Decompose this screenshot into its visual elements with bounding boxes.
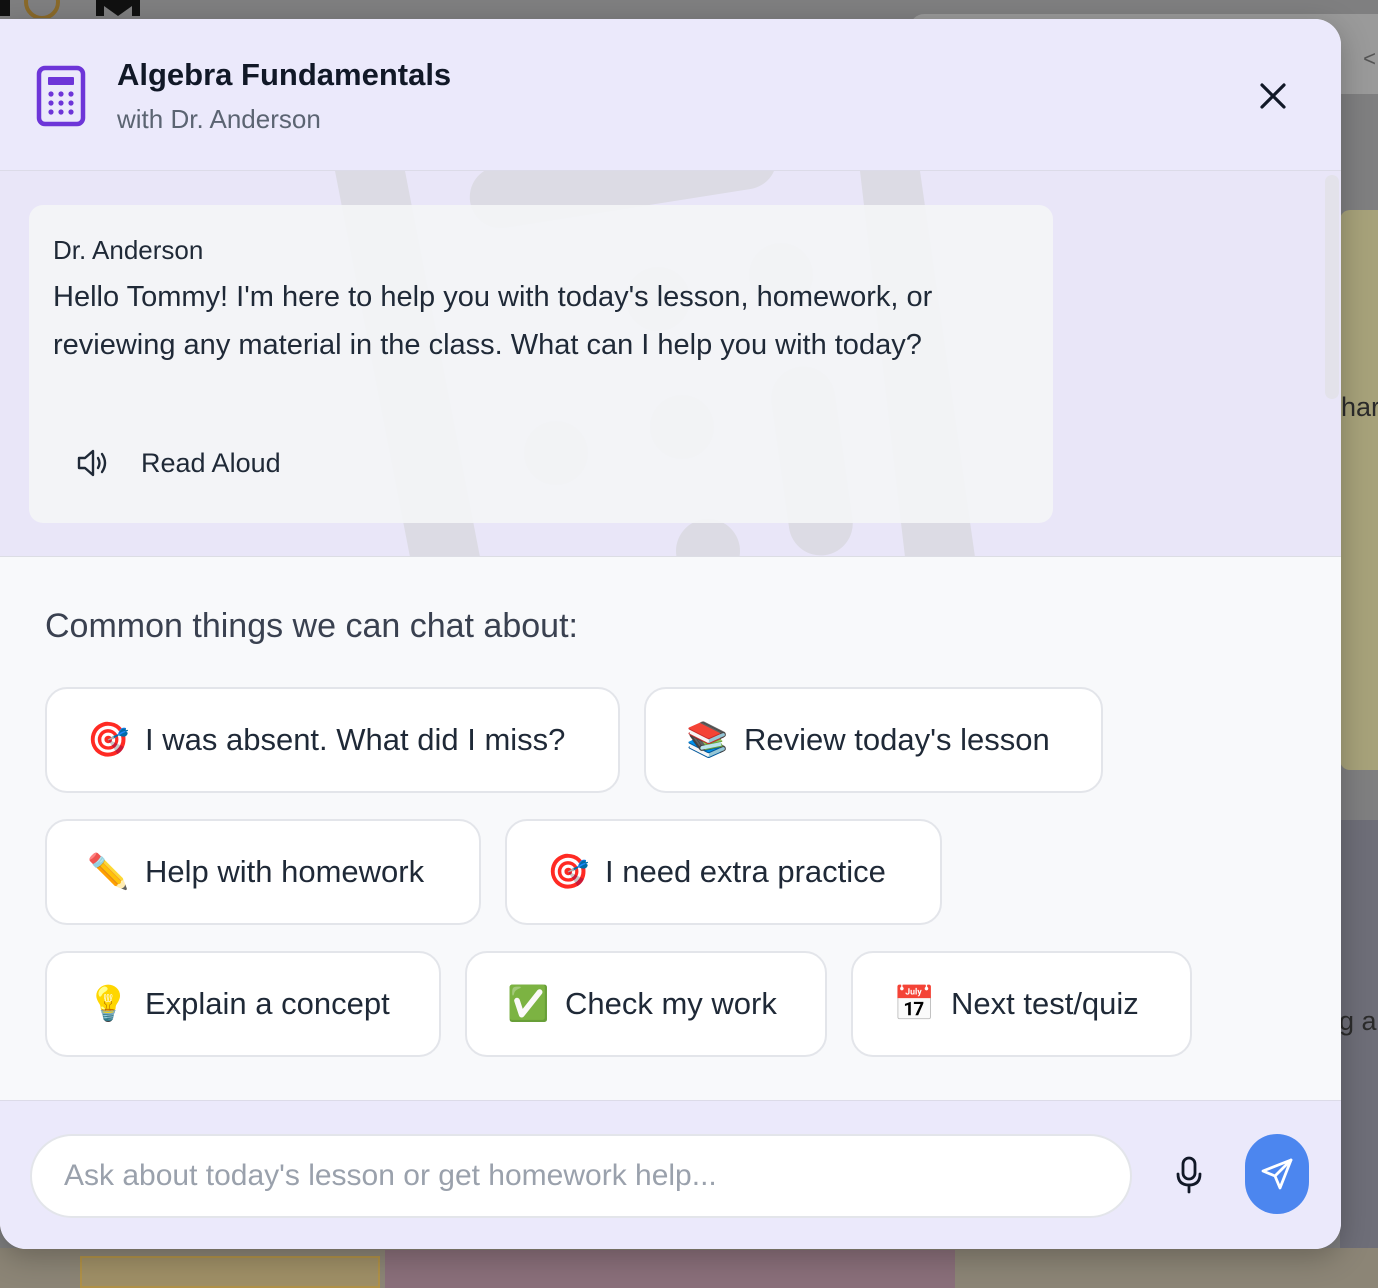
- checkmark-icon: ✅: [507, 985, 550, 1023]
- tutor-chat-modal: Algebra Fundamentals with Dr. Anderson D…: [0, 19, 1341, 1249]
- message-input[interactable]: [30, 1134, 1132, 1218]
- calculator-icon: [36, 65, 86, 127]
- suggestion-review-lesson-button[interactable]: 📚 Review today's lesson: [644, 687, 1103, 793]
- suggestions-panel: Common things we can chat about: 🎯 I was…: [0, 557, 1341, 1100]
- send-icon: [1261, 1158, 1293, 1190]
- send-button[interactable]: [1245, 1134, 1309, 1214]
- background-card: [1340, 210, 1378, 770]
- suggestion-next-test-button[interactable]: 📅 Next test/quiz: [851, 951, 1192, 1057]
- background-card: [385, 1250, 955, 1288]
- lightbulb-icon: 💡: [87, 985, 130, 1023]
- modal-title: Algebra Fundamentals: [117, 57, 452, 92]
- read-aloud-button[interactable]: Read Aloud: [73, 441, 281, 485]
- message-sender: Dr. Anderson: [53, 235, 204, 265]
- target-icon: 🎯: [547, 853, 590, 891]
- pencil-icon: ✏️: [87, 853, 130, 891]
- suggestion-absent-button[interactable]: 🎯 I was absent. What did I miss?: [45, 687, 620, 793]
- close-button[interactable]: [1252, 75, 1294, 117]
- background-chevron: <: [1363, 46, 1376, 71]
- suggestion-label: Explain a concept: [145, 986, 390, 1021]
- suggestion-label: Check my work: [565, 986, 777, 1021]
- modal-subtitle: with Dr. Anderson: [117, 104, 321, 134]
- background-card-text: g a: [1339, 1006, 1377, 1036]
- read-aloud-label: Read Aloud: [141, 447, 281, 478]
- message-composer: [0, 1100, 1341, 1249]
- suggestion-check-work-button[interactable]: ✅ Check my work: [465, 951, 827, 1057]
- tutor-message: Dr. Anderson Hello Tommy! I'm here to he…: [29, 205, 1053, 523]
- books-icon: 📚: [686, 721, 729, 759]
- target-icon: 🎯: [87, 721, 130, 759]
- suggestion-label: Help with homework: [145, 854, 425, 889]
- suggestion-label: I need extra practice: [605, 854, 886, 889]
- suggestions-title: Common things we can chat about:: [45, 607, 578, 645]
- chat-messages[interactable]: Dr. Anderson Hello Tommy! I'm here to he…: [0, 171, 1341, 557]
- calendar-icon: 📅: [893, 985, 936, 1023]
- suggestion-extra-practice-button[interactable]: 🎯 I need extra practice: [505, 819, 942, 925]
- suggestion-label: Review today's lesson: [744, 722, 1050, 757]
- chat-scrollbar[interactable]: [1325, 175, 1339, 399]
- close-icon: [1260, 83, 1286, 109]
- background-logo: [0, 0, 140, 18]
- message-text: Hello Tommy! I'm here to help you with t…: [53, 281, 933, 361]
- background-card: [1340, 820, 1378, 1280]
- microphone-icon: [1176, 1156, 1202, 1194]
- modal-header: Algebra Fundamentals with Dr. Anderson: [0, 19, 1341, 171]
- microphone-button[interactable]: [1166, 1149, 1212, 1201]
- suggestion-explain-concept-button[interactable]: 💡 Explain a concept: [45, 951, 441, 1057]
- suggestion-label: Next test/quiz: [951, 986, 1139, 1021]
- background-card-text: har: [1341, 392, 1378, 422]
- suggestion-label: I was absent. What did I miss?: [145, 722, 566, 757]
- speaker-icon: [77, 449, 107, 477]
- suggestion-homework-button[interactable]: ✏️ Help with homework: [45, 819, 481, 925]
- background-card: [80, 1256, 380, 1288]
